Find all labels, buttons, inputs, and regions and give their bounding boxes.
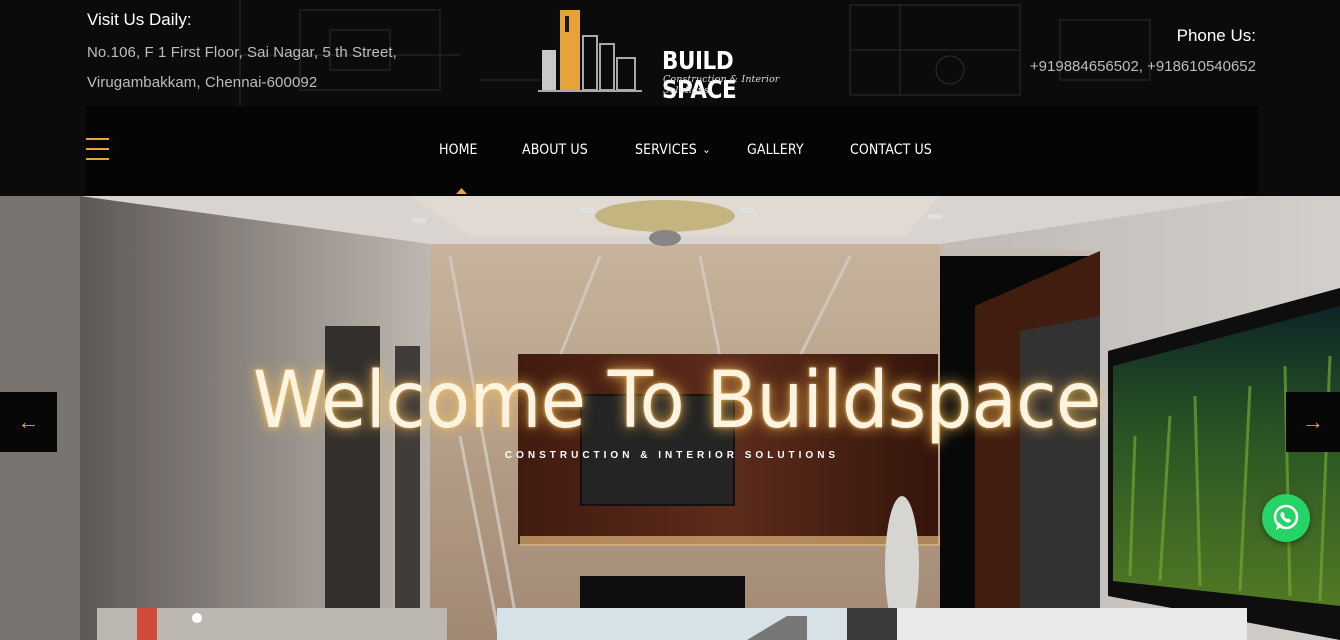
- arrow-left-icon: ←: [17, 409, 40, 434]
- top-header: Visit Us Daily: No.106, F 1 First Floor,…: [0, 0, 1340, 196]
- service-card-3-image: [847, 608, 1247, 640]
- site-logo[interactable]: BUILD SPACE Construction & Interior Solu…: [538, 8, 808, 104]
- nav-item-label: CONTACT US: [850, 142, 932, 158]
- nav-item-label: HOME: [439, 142, 478, 158]
- main-navbar: HOME ABOUT US SERVICES ⌄ GALLERY CONTACT …: [86, 106, 1258, 196]
- hamburger-icon[interactable]: [86, 138, 110, 162]
- nav-item-services[interactable]: SERVICES ⌄: [635, 142, 711, 158]
- logo-tagline: Construction & Interior Solutions: [663, 74, 780, 96]
- chevron-down-icon: ⌄: [702, 143, 711, 156]
- nav-item-home[interactable]: HOME: [439, 142, 478, 194]
- nav-item-gallery[interactable]: GALLERY: [747, 142, 804, 158]
- phone-info: Phone Us: +919884656502, +918610540652: [1030, 26, 1256, 75]
- arrow-right-icon: →: [1302, 409, 1324, 434]
- service-card-2[interactable]: [497, 608, 847, 640]
- hero-subtitle: CONSTRUCTION & INTERIOR SOLUTIONS: [504, 450, 840, 461]
- phone-numbers[interactable]: +919884656502, +918610540652: [1030, 58, 1256, 75]
- whatsapp-button[interactable]: [1262, 494, 1310, 542]
- nav-item-contact-us[interactable]: CONTACT US: [850, 142, 932, 158]
- nav-item-about-us[interactable]: ABOUT US: [522, 142, 588, 158]
- service-card-3[interactable]: [847, 608, 1247, 640]
- nav-menu: HOME ABOUT US SERVICES ⌄ GALLERY CONTACT …: [439, 142, 981, 194]
- service-card-1[interactable]: [97, 608, 447, 640]
- nav-item-label: GALLERY: [747, 142, 804, 158]
- address-line-2: Virugambakkam, Chennai-600092: [87, 74, 318, 91]
- visit-heading: Visit Us Daily:: [87, 10, 192, 29]
- phone-heading: Phone Us:: [1176, 26, 1256, 45]
- slider-next-button[interactable]: →: [1286, 392, 1340, 452]
- address-line-1: No.106, F 1 First Floor, Sai Nagar, 5 th…: [87, 44, 397, 61]
- service-card-1-image: [97, 608, 447, 640]
- active-indicator-icon: [456, 188, 467, 194]
- visit-info: Visit Us Daily: No.106, F 1 First Floor,…: [87, 10, 397, 98]
- service-card-2-image: [497, 608, 847, 640]
- hero-title: Welcome To Buildspace: [252, 356, 1101, 446]
- nav-item-label: ABOUT US: [521, 142, 588, 158]
- logo-buildings-icon: [538, 10, 642, 92]
- nav-item-label: SERVICES: [635, 142, 697, 158]
- slider-prev-button[interactable]: ←: [0, 392, 57, 452]
- whatsapp-icon: [1273, 504, 1299, 530]
- hero-slider: Welcome To Buildspace CONSTRUCTION & INT…: [0, 196, 1340, 640]
